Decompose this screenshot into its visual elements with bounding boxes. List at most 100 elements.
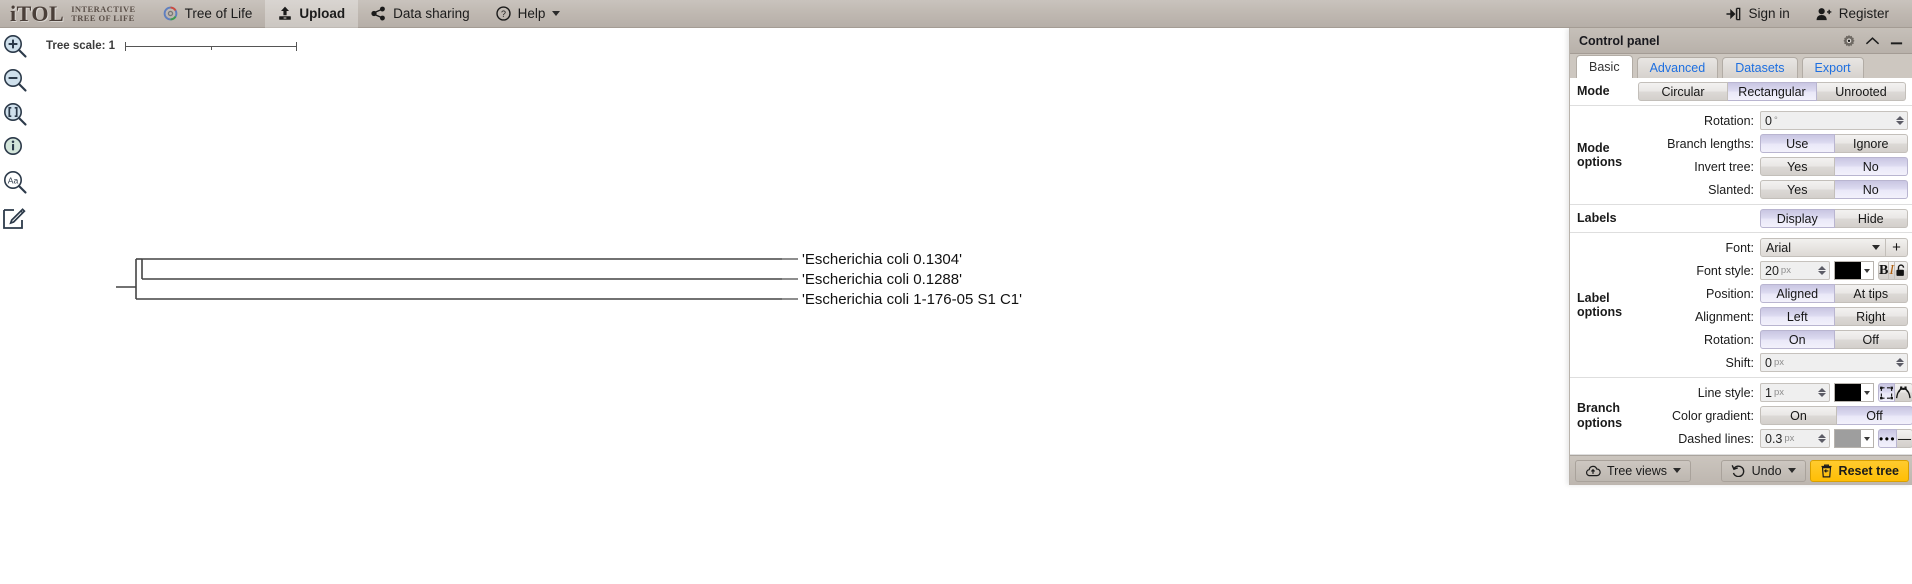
leaf-label-0[interactable]: 'Escherichia coli 0.1304': [802, 251, 962, 268]
lock-open-icon[interactable]: [1895, 261, 1909, 280]
dashed-width-input[interactable]: 0.3 px: [1760, 429, 1830, 448]
branch-lengths-use[interactable]: Use: [1760, 134, 1835, 153]
row-labels-toggle: Display Hide: [1638, 207, 1908, 230]
label-rotation-off[interactable]: Off: [1834, 330, 1909, 349]
slanted-yes[interactable]: Yes: [1760, 180, 1835, 199]
mode-option-rectangular[interactable]: Rectangular: [1728, 82, 1817, 101]
zoom-fit-icon[interactable]: [2, 101, 28, 127]
solid-line-label: —: [1898, 431, 1912, 446]
font-select[interactable]: Arial: [1760, 238, 1887, 257]
section-label-label-options: Label options: [1570, 236, 1638, 374]
chevron-down-icon: [1872, 245, 1881, 250]
chevron-down-icon: [1672, 468, 1681, 473]
color-gradient-toggle-group: On Off: [1760, 406, 1912, 425]
slanted-toggle-group: Yes No: [1760, 180, 1908, 199]
control-panel: Control panel Basic Advanced Datasets Ex…: [1569, 28, 1912, 485]
sign-in-icon: [1726, 7, 1741, 21]
control-panel-tabs: Basic Advanced Datasets Export: [1570, 54, 1912, 78]
mode-option-unrooted[interactable]: Unrooted: [1817, 82, 1906, 101]
label-rotation: Rotation:: [1703, 113, 1754, 128]
left-toolbar: Aa: [0, 28, 30, 233]
row-dashed-lines: Dashed lines: 0.3 px ••• —: [1638, 427, 1912, 450]
tree-views-button[interactable]: Tree views: [1575, 459, 1691, 482]
chevron-up-icon[interactable]: [1865, 36, 1880, 46]
row-font-style: Font style: 20 px B I: [1638, 259, 1909, 282]
leaf-label-2[interactable]: 'Escherichia coli 1-176-05 S1 C1': [802, 291, 1022, 308]
labels-display[interactable]: Display: [1760, 209, 1835, 228]
line-color-swatch[interactable]: [1834, 383, 1874, 402]
tab-export[interactable]: Export: [1801, 57, 1864, 78]
alignment-left[interactable]: Left: [1760, 307, 1835, 326]
font-color-swatch[interactable]: [1834, 261, 1874, 280]
font-color-dropdown-icon[interactable]: [1861, 262, 1873, 279]
reset-tree-label: Reset tree: [1838, 463, 1899, 478]
label-branch-lengths: Branch lengths:: [1667, 136, 1754, 151]
line-width-input[interactable]: 1 px: [1760, 383, 1830, 402]
label-rotation-on[interactable]: On: [1760, 330, 1835, 349]
circular-tree-icon: [163, 6, 178, 21]
row-branch-lengths: Branch lengths: Use Ignore: [1638, 132, 1908, 155]
section-label-mode: Mode: [1577, 84, 1610, 99]
label-alignment: Alignment:: [1694, 309, 1754, 324]
gear-icon[interactable]: [1842, 34, 1856, 48]
bezier-node-icon[interactable]: [1895, 383, 1912, 402]
rotation-input[interactable]: 0 °: [1760, 111, 1908, 130]
nav-item-sign-in[interactable]: Sign in: [1713, 0, 1802, 28]
info-icon[interactable]: [2, 135, 28, 161]
slanted-no[interactable]: No: [1834, 180, 1908, 199]
tab-basic[interactable]: Basic: [1576, 55, 1633, 78]
font-size-stepper[interactable]: [1818, 266, 1829, 275]
dashed-width-stepper[interactable]: [1818, 434, 1829, 443]
bold-button[interactable]: B: [1878, 261, 1890, 280]
solid-line-button[interactable]: —: [1897, 429, 1912, 448]
section-label-mode-options-line2: options: [1577, 155, 1623, 169]
nav-label-sign-in: Sign in: [1748, 6, 1790, 21]
phylogenetic-tree[interactable]: 'Escherichia coli 0.1304' 'Escherichia c…: [30, 28, 1228, 584]
nav-label-tree-of-life: Tree of Life: [184, 6, 253, 21]
zoom-out-icon[interactable]: [2, 67, 28, 93]
search-text-icon[interactable]: Aa: [2, 169, 28, 195]
question-circle-icon: ?: [495, 6, 511, 21]
nav-label-data-sharing: Data sharing: [393, 6, 470, 21]
add-font-button[interactable]: +: [1886, 238, 1909, 257]
nav-item-register[interactable]: Register: [1803, 0, 1902, 28]
dotted-line-button[interactable]: •••: [1878, 429, 1898, 448]
position-at-tips[interactable]: At tips: [1834, 284, 1909, 303]
branch-lengths-ignore[interactable]: Ignore: [1834, 134, 1908, 153]
nav-item-help[interactable]: ? Help: [483, 0, 574, 28]
line-color-dropdown-icon[interactable]: [1861, 384, 1873, 401]
shift-stepper[interactable]: [1896, 358, 1907, 367]
dashed-color-dropdown-icon[interactable]: [1861, 430, 1873, 447]
square-cap-icon[interactable]: [1878, 383, 1895, 402]
font-size-input[interactable]: 20 px: [1760, 261, 1830, 280]
line-width-stepper[interactable]: [1818, 388, 1829, 397]
tree-canvas[interactable]: Tree scale: 1 'Escherichia coli 0.1304' …: [30, 28, 1228, 584]
itol-logo[interactable]: iTOL Interactive Tree Of Life: [0, 0, 150, 28]
position-aligned[interactable]: Aligned: [1760, 284, 1835, 303]
rotation-stepper[interactable]: [1896, 116, 1907, 125]
leaf-label-1[interactable]: 'Escherichia coli 0.1288': [802, 271, 962, 288]
invert-tree-no[interactable]: No: [1834, 157, 1908, 176]
dashed-color-swatch[interactable]: [1834, 429, 1874, 448]
rotation-unit: °: [1773, 115, 1778, 126]
tab-advanced[interactable]: Advanced: [1636, 57, 1719, 78]
labels-hide[interactable]: Hide: [1834, 209, 1908, 228]
undo-button[interactable]: Undo: [1720, 459, 1806, 482]
invert-tree-yes[interactable]: Yes: [1760, 157, 1835, 176]
nav-item-data-sharing[interactable]: Data sharing: [358, 0, 483, 28]
alignment-right[interactable]: Right: [1834, 307, 1909, 326]
nav-item-tree-of-life[interactable]: Tree of Life: [150, 0, 266, 28]
mode-option-circular[interactable]: Circular: [1638, 82, 1728, 101]
color-gradient-on[interactable]: On: [1760, 406, 1837, 425]
color-gradient-off[interactable]: Off: [1837, 406, 1912, 425]
row-label-rotation: Rotation: On Off: [1638, 328, 1909, 351]
shift-input[interactable]: 0 px: [1760, 353, 1909, 372]
reset-tree-button[interactable]: Reset tree: [1809, 459, 1909, 482]
tab-datasets[interactable]: Datasets: [1722, 57, 1798, 78]
zoom-in-icon[interactable]: [2, 33, 28, 59]
label-line-style: Line style:: [1697, 385, 1754, 400]
edit-icon[interactable]: [2, 207, 28, 233]
nav-right-group: Sign in Register: [1713, 0, 1912, 28]
nav-item-upload[interactable]: Upload: [265, 0, 359, 28]
minimize-icon[interactable]: [1889, 36, 1904, 46]
